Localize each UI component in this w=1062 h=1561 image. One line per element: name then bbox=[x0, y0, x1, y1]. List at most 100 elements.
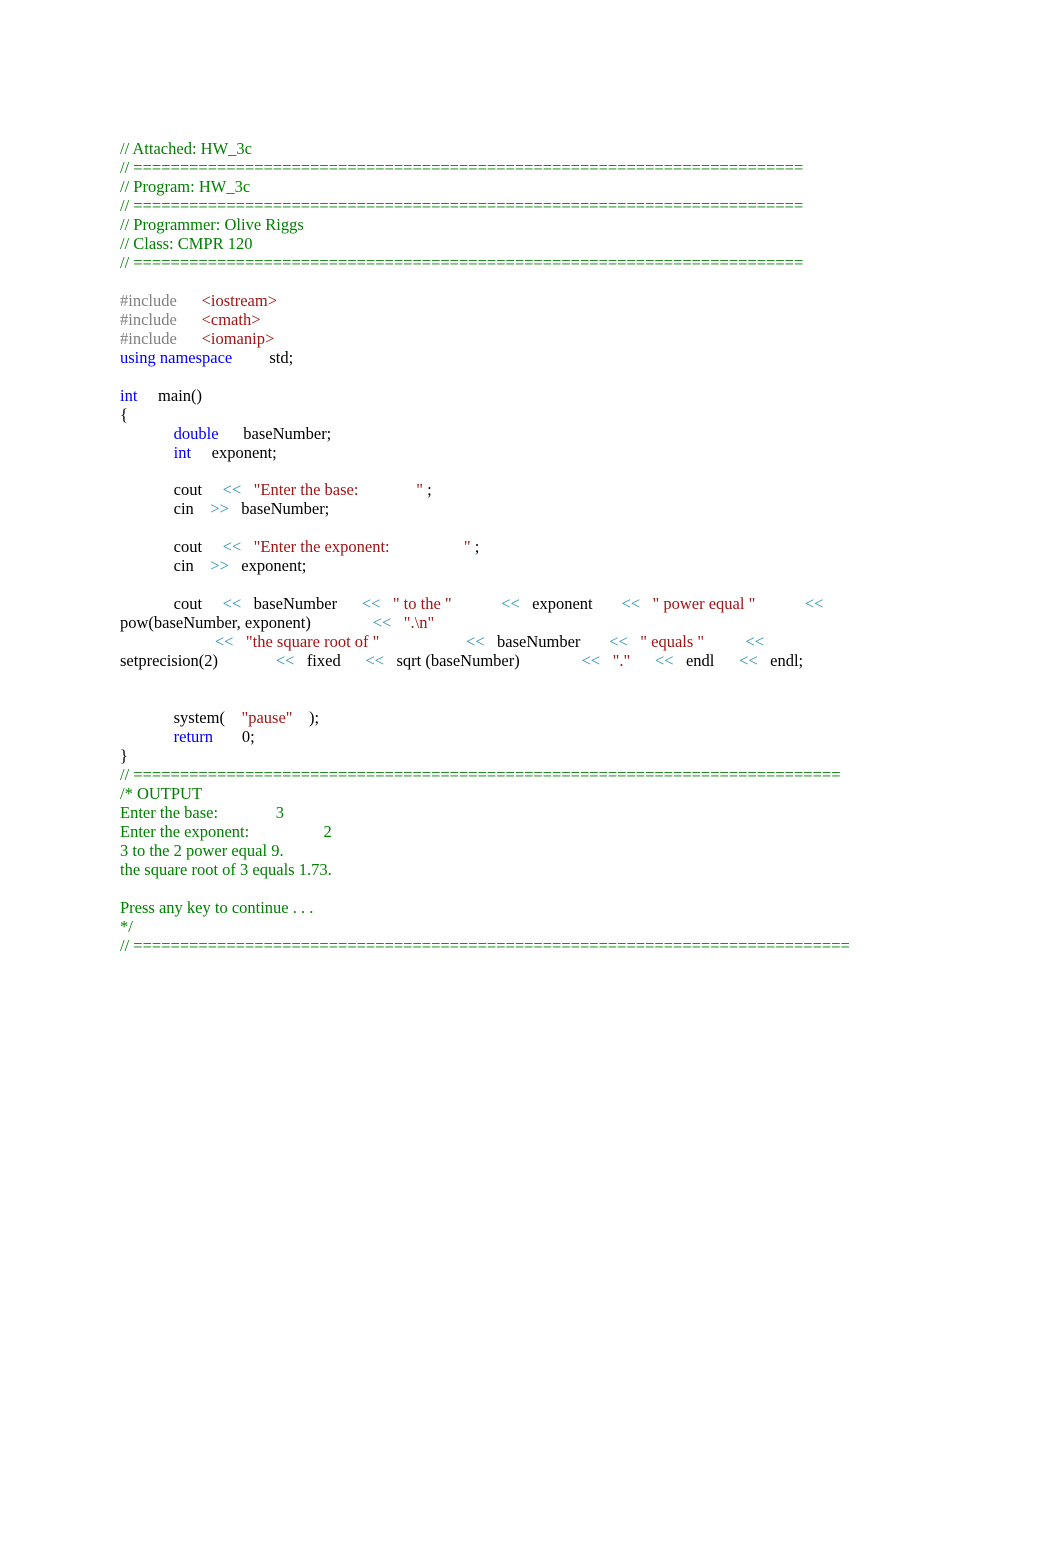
code-token: #include bbox=[120, 291, 202, 310]
code-token: endl; bbox=[762, 651, 803, 670]
code-line: Enter the base: 3 bbox=[120, 804, 942, 823]
code-line: int main() bbox=[120, 387, 942, 406]
code-line: system( "pause" ); bbox=[120, 709, 942, 728]
code-token: // Program: HW_3c bbox=[120, 177, 250, 196]
code-token: std; bbox=[232, 348, 293, 367]
code-token bbox=[120, 443, 174, 462]
code-line: // =====================================… bbox=[120, 159, 942, 178]
code-line: // Class: CMPR 120 bbox=[120, 235, 942, 254]
code-line: #include <iomanip> bbox=[120, 330, 942, 349]
code-token: << bbox=[223, 594, 246, 613]
code-line bbox=[120, 880, 942, 899]
code-token: // =====================================… bbox=[120, 765, 841, 784]
code-line: << "the square root of " << baseNumber <… bbox=[120, 633, 942, 652]
code-token: <iomanip> bbox=[202, 329, 275, 348]
code-token: >> bbox=[210, 556, 233, 575]
code-token: << bbox=[362, 594, 389, 613]
code-line: cin >> baseNumber; bbox=[120, 500, 942, 519]
code-token: return bbox=[174, 727, 213, 746]
code-line: Enter the exponent: 2 bbox=[120, 823, 942, 842]
code-line: int exponent; bbox=[120, 444, 942, 463]
code-line: // =====================================… bbox=[120, 197, 942, 216]
code-token: cout bbox=[120, 480, 223, 499]
code-token: "Enter the exponent: " bbox=[254, 537, 471, 556]
code-token: int bbox=[120, 386, 137, 405]
code-token: // =====================================… bbox=[120, 936, 850, 955]
code-token: cout bbox=[120, 537, 223, 556]
code-token: #include bbox=[120, 329, 202, 348]
code-token: #include bbox=[120, 310, 202, 329]
code-line: cout << baseNumber << " to the " << expo… bbox=[120, 595, 942, 614]
code-token bbox=[120, 727, 174, 746]
code-token: baseNumber; bbox=[219, 424, 332, 443]
code-line: return 0; bbox=[120, 728, 942, 747]
code-line: double baseNumber; bbox=[120, 425, 942, 444]
code-line: Press any key to continue . . . bbox=[120, 899, 942, 918]
code-token: << bbox=[373, 613, 400, 632]
code-line: #include <cmath> bbox=[120, 311, 942, 330]
code-token: exponent; bbox=[191, 443, 277, 462]
code-token: setprecision(2) bbox=[120, 651, 276, 670]
code-token bbox=[630, 651, 655, 670]
code-token: // =====================================… bbox=[120, 196, 803, 215]
code-token: cin bbox=[120, 499, 210, 518]
code-token: double bbox=[174, 424, 219, 443]
code-line: // Program: HW_3c bbox=[120, 178, 942, 197]
code-token: using namespace bbox=[120, 348, 232, 367]
code-token bbox=[379, 632, 466, 651]
code-line: cin >> exponent; bbox=[120, 557, 942, 576]
code-token: Press any key to continue . . . bbox=[120, 898, 313, 917]
code-document: // Attached: HW_3c// ===================… bbox=[0, 0, 1062, 956]
code-token: ); bbox=[293, 708, 320, 727]
code-token: ; bbox=[423, 480, 432, 499]
code-token: << bbox=[622, 594, 649, 613]
code-line bbox=[120, 519, 942, 538]
code-token: "." bbox=[613, 651, 631, 670]
code-token: << bbox=[501, 594, 524, 613]
code-line: /* OUTPUT bbox=[120, 785, 942, 804]
code-token: << bbox=[609, 632, 636, 651]
code-token bbox=[755, 594, 805, 613]
code-token: exponent bbox=[524, 594, 622, 613]
code-token: "the square root of " bbox=[246, 632, 380, 651]
code-token: << bbox=[655, 651, 678, 670]
code-token: <iostream> bbox=[202, 291, 277, 310]
code-token: << bbox=[215, 632, 246, 651]
code-token: // Attached: HW_3c bbox=[120, 139, 252, 158]
code-token: << bbox=[805, 594, 832, 613]
code-line: // =====================================… bbox=[120, 254, 942, 273]
code-token bbox=[704, 632, 745, 651]
code-line bbox=[120, 671, 942, 690]
code-token: ; bbox=[471, 537, 480, 556]
code-token: cin bbox=[120, 556, 210, 575]
code-line: // Attached: HW_3c bbox=[120, 140, 942, 159]
code-token: system( bbox=[120, 708, 241, 727]
code-token: " power equal " bbox=[648, 594, 755, 613]
code-token: " equals " bbox=[636, 632, 704, 651]
code-token: << bbox=[223, 480, 254, 499]
code-line bbox=[120, 576, 942, 595]
code-token: exponent; bbox=[233, 556, 306, 575]
code-token: } bbox=[120, 746, 128, 765]
code-token: // Class: CMPR 120 bbox=[120, 234, 253, 253]
code-token: /* OUTPUT bbox=[120, 784, 202, 803]
code-token: baseNumber bbox=[245, 594, 361, 613]
code-token: Enter the exponent: 2 bbox=[120, 822, 332, 841]
code-token: 3 to the 2 power equal 9. bbox=[120, 841, 284, 860]
code-token: << bbox=[365, 651, 388, 670]
code-token: << bbox=[276, 651, 303, 670]
code-line: // =====================================… bbox=[120, 766, 942, 785]
code-token: 0; bbox=[213, 727, 255, 746]
code-line: */ bbox=[120, 918, 942, 937]
code-token bbox=[452, 594, 502, 613]
code-token: // Programmer: Olive Riggs bbox=[120, 215, 304, 234]
code-token: "pause" bbox=[241, 708, 292, 727]
code-token: << bbox=[582, 651, 613, 670]
code-line: 3 to the 2 power equal 9. bbox=[120, 842, 942, 861]
code-token: " to the " bbox=[389, 594, 452, 613]
code-token: pow(baseNumber, exponent) bbox=[120, 613, 373, 632]
code-token: fixed bbox=[303, 651, 366, 670]
code-line: // Programmer: Olive Riggs bbox=[120, 216, 942, 235]
code-token: sqrt (baseNumber) bbox=[388, 651, 581, 670]
code-token: // =====================================… bbox=[120, 253, 803, 272]
